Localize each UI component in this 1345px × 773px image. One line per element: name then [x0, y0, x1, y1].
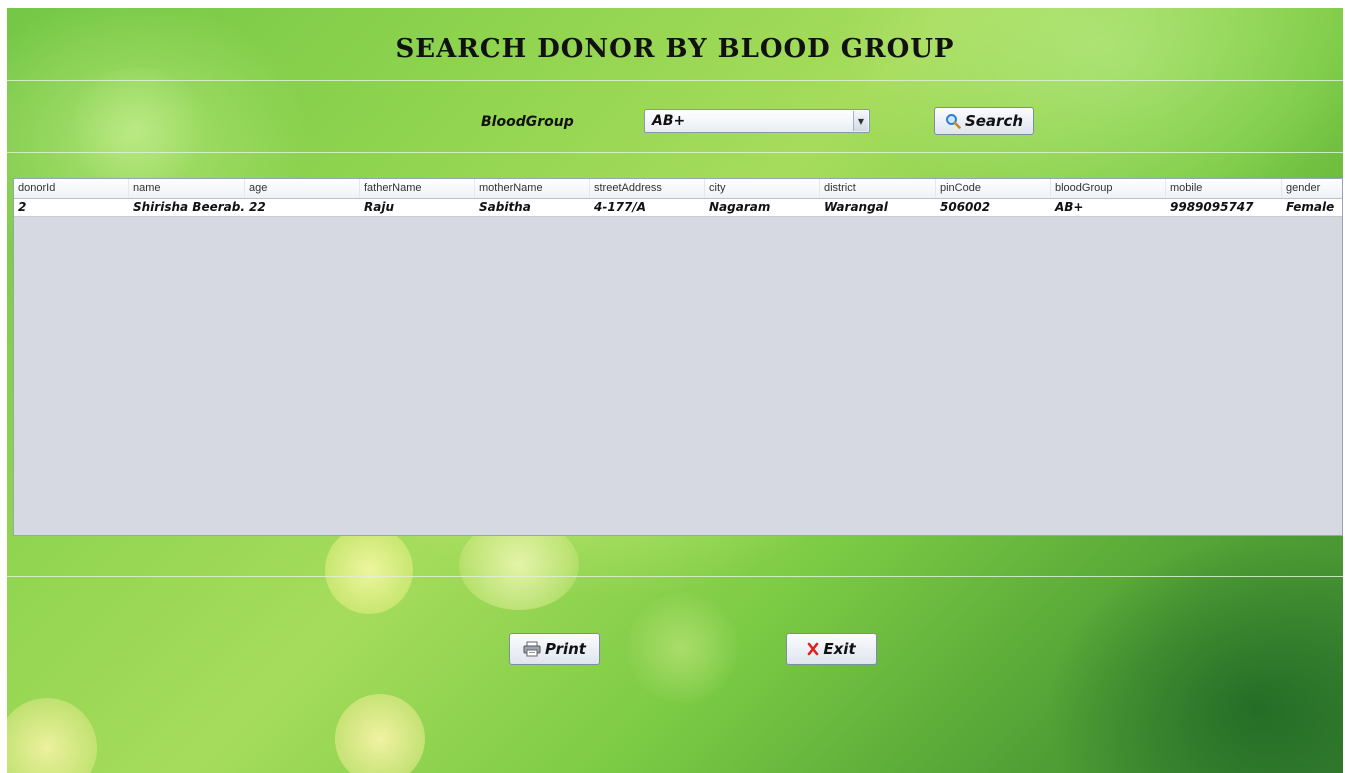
table-cell: Shirisha Beerab... — [133, 200, 245, 214]
column-header-district[interactable]: district — [820, 179, 936, 198]
column-header-mothername[interactable]: motherName — [475, 179, 590, 198]
column-header-age[interactable]: age — [245, 179, 360, 198]
bokeh-light — [325, 526, 413, 614]
search-button[interactable]: Search — [934, 107, 1034, 135]
divider — [7, 576, 1343, 577]
table-cell: 506002 — [940, 200, 991, 214]
search-button-label: Search — [964, 112, 1024, 130]
table-cell: AB+ — [1055, 200, 1084, 214]
bokeh-light — [627, 593, 737, 703]
table-cell: Raju — [364, 200, 394, 214]
table-body: 2 Shirisha Beerab... 22 Raju Sabitha 4-177/A N… — [14, 199, 1342, 217]
chevron-down-icon[interactable]: ▼ — [853, 111, 868, 131]
column-header-pincode[interactable]: pinCode — [936, 179, 1051, 198]
table-cell: 22 — [249, 200, 266, 214]
app-window: SEARCH DONOR BY BLOOD GROUP BloodGroup A… — [7, 8, 1343, 773]
bokeh-light — [335, 694, 425, 773]
exit-button-label: Exit — [823, 640, 856, 658]
exit-button[interactable]: Exit — [786, 633, 877, 665]
divider — [7, 152, 1343, 153]
table-header: donorId name age fatherName motherName street… — [14, 179, 1342, 199]
table-cell: Sabitha — [479, 200, 531, 214]
table-cell: Warangal — [824, 200, 888, 214]
bokeh-light — [67, 68, 207, 188]
bokeh-light — [7, 698, 97, 773]
red-x-icon — [807, 642, 819, 656]
printer-icon — [523, 641, 541, 657]
table-cell: 9989095747 — [1170, 200, 1254, 214]
table-cell: Nagaram — [709, 200, 771, 214]
column-header-bloodgroup[interactable]: bloodGroup — [1051, 179, 1166, 198]
divider — [7, 80, 1343, 81]
magnifier-icon — [945, 113, 961, 129]
table-cell: 2 — [18, 200, 27, 214]
donor-table[interactable]: donorId name age fatherName motherName street… — [13, 178, 1343, 536]
table-row[interactable]: 2 Shirisha Beerab... 22 Raju Sabitha 4-177/A N… — [14, 199, 1342, 217]
blood-group-label: BloodGroup — [481, 114, 574, 130]
print-button-label: Print — [545, 640, 586, 658]
column-header-donorid[interactable]: donorId — [14, 179, 129, 198]
blood-group-select[interactable]: AB+ ▼ — [644, 109, 870, 133]
column-header-gender[interactable]: gender — [1282, 179, 1342, 198]
column-header-name[interactable]: name — [129, 179, 245, 198]
page-title: SEARCH DONOR BY BLOOD GROUP — [395, 34, 955, 64]
blood-group-selected-value: AB+ — [652, 113, 686, 129]
column-header-streetaddress[interactable]: streetAddress — [590, 179, 705, 198]
table-cell: 4-177/A — [594, 200, 647, 214]
table-cell: Female — [1286, 200, 1335, 214]
column-header-mobile[interactable]: mobile — [1166, 179, 1282, 198]
column-header-city[interactable]: city — [705, 179, 820, 198]
column-header-fathername[interactable]: fatherName — [360, 179, 475, 198]
print-button[interactable]: Print — [509, 633, 600, 665]
